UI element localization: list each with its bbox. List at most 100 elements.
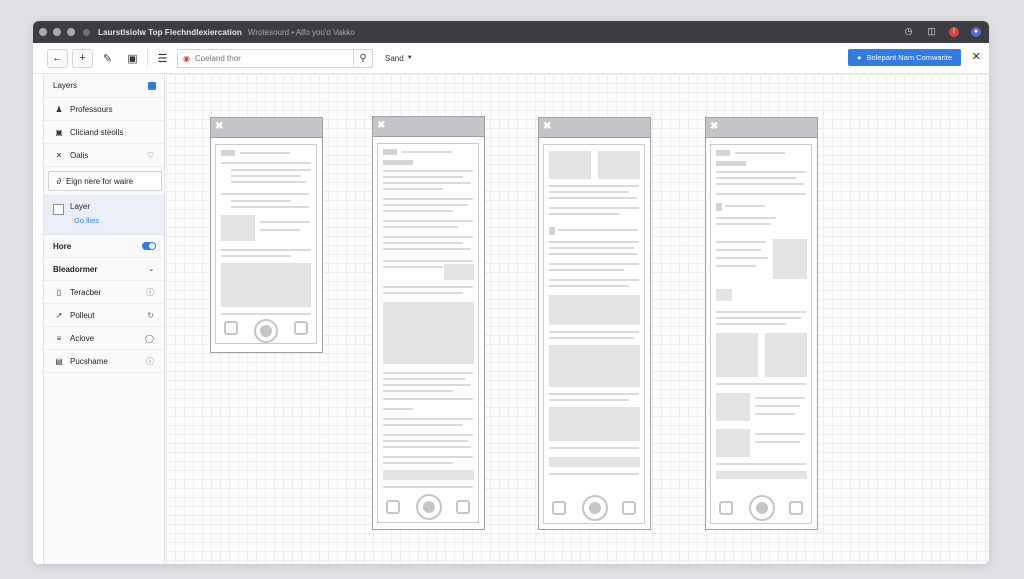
placeholder-line <box>549 337 634 339</box>
placeholder-line <box>383 236 473 238</box>
profile-avatar[interactable]: ● <box>971 26 981 37</box>
placeholder-line <box>221 249 311 251</box>
list-item-pucshame[interactable]: ▤ Pucshame ⓘ <box>44 350 164 373</box>
pen-button[interactable]: ✎ <box>97 49 118 68</box>
menu-button[interactable]: ☰ <box>152 49 173 68</box>
close-icon[interactable]: ✖ <box>377 120 385 131</box>
placeholder-line <box>549 331 639 333</box>
layers-checkbox[interactable] <box>148 81 156 90</box>
pen-icon: ✎ <box>102 52 113 65</box>
placeholder-line <box>383 418 473 420</box>
close-icon[interactable]: ✖ <box>215 121 223 132</box>
toolbar: ← + ✎ ▣ ☰ ◉ ⚲ Sand ▼ ● Bolepant Nam Comw… <box>33 43 989 74</box>
search-icon[interactable]: ⚲ <box>353 49 372 67</box>
heart-icon[interactable]: ♡ <box>147 151 154 160</box>
sidebar-item-cliciand[interactable]: ▣ Cliciand steolls <box>44 121 164 144</box>
info-icon[interactable]: ⓘ <box>146 287 154 298</box>
placeholder-line <box>383 210 453 212</box>
sign-input[interactable]: ∂ Eign nere for waire <box>48 171 162 191</box>
window-title: Laurstlsiolw Top Flechndlexiercation <box>98 27 242 37</box>
close-icon[interactable]: ✖ <box>710 121 718 132</box>
wireframe-frame-2[interactable]: ✖ <box>372 116 485 530</box>
send-dropdown[interactable]: Sand ▼ <box>385 54 413 63</box>
placeholder-line <box>383 188 443 190</box>
placeholder-line <box>549 197 637 199</box>
wireframe-screen <box>543 144 645 524</box>
placeholder-line <box>383 260 473 262</box>
placeholder-line <box>221 255 291 257</box>
placeholder-line <box>383 220 473 222</box>
layer-card-link[interactable]: Go llies <box>74 216 99 225</box>
add-button[interactable]: + <box>72 48 93 68</box>
wireframe-screen <box>215 144 317 344</box>
notification-icon[interactable]: ! <box>949 26 959 37</box>
list-item-label: Pucshame <box>70 356 108 366</box>
placeholder-line <box>383 204 468 206</box>
layer-card-title: Layer <box>70 202 91 211</box>
image-placeholder <box>598 151 640 179</box>
layer-checkbox[interactable] <box>53 204 64 215</box>
image-placeholder <box>444 264 474 280</box>
close-icon[interactable]: ✖ <box>543 121 551 132</box>
nav-icon-placeholder <box>386 500 400 514</box>
save-button[interactable]: ▣ <box>122 49 143 68</box>
placeholder-line <box>549 269 624 271</box>
wireframe-frame-4[interactable]: ✖ <box>705 117 818 530</box>
placeholder-line <box>716 193 806 195</box>
back-button[interactable]: ← <box>47 48 68 68</box>
window-controls <box>39 28 75 36</box>
section-label: Bleadormer <box>53 264 98 274</box>
chat-icon[interactable]: ◯ <box>145 334 154 343</box>
placeholder-line <box>383 424 463 426</box>
sidebar-item-label: Professours <box>70 104 113 114</box>
hore-label: Hore <box>53 241 72 251</box>
history-icon[interactable]: ◷ <box>903 26 914 37</box>
users-icon: ♟ <box>55 104 63 114</box>
sidebar-item-professours[interactable]: ♟ Professours <box>44 98 164 121</box>
hamburger-icon: ☰ <box>157 52 168 65</box>
placeholder-line <box>231 181 306 183</box>
image-placeholder <box>716 429 750 457</box>
device-icon: ▯ <box>56 287 62 297</box>
close-icon[interactable]: ✕ <box>972 50 981 63</box>
section-header[interactable]: Bleadormer ⌄ <box>44 258 164 281</box>
title-bar: Laurstlsiolw Top Flechndlexiercation Wro… <box>33 21 989 43</box>
placeholder-line <box>383 176 463 178</box>
placeholder-line <box>549 285 629 287</box>
image-placeholder <box>549 345 640 387</box>
cross-icon: ✕ <box>55 150 63 160</box>
layers-sidebar: Layers ♟ Professours ▣ Cliciand steolls … <box>43 74 165 564</box>
placeholder-line <box>221 313 311 315</box>
list-item-teracber[interactable]: ▯ Teracber ⓘ <box>44 281 164 304</box>
list-item-aclove[interactable]: ≡ Aclove ◯ <box>44 327 164 350</box>
wireframe-screen <box>710 144 812 524</box>
placeholder-block <box>716 150 730 156</box>
placeholder-line <box>549 207 639 209</box>
wireframe-frame-1[interactable]: ✖ <box>210 117 323 353</box>
maximize-window-button[interactable] <box>67 28 75 36</box>
placeholder-line <box>383 248 471 250</box>
design-canvas[interactable]: ✖ ✖ ✖ ✖ <box>166 74 989 564</box>
list-item-polleut[interactable]: ↗ Polleut ↻ <box>44 304 164 327</box>
sidebar-header: Layers <box>44 74 164 98</box>
primary-action-button[interactable]: ● Bolepant Nam Comwarite <box>848 49 961 66</box>
search-input[interactable] <box>195 53 345 63</box>
sidebar-title: Layers <box>53 81 78 90</box>
alert-icon[interactable]: ⓘ <box>146 356 154 367</box>
placeholder-line <box>755 405 800 407</box>
placeholder-line <box>383 398 473 400</box>
nav-icon-placeholder <box>456 500 470 514</box>
wireframe-frame-3[interactable]: ✖ <box>538 117 651 530</box>
sidebar-item-oalis[interactable]: ✕ Oalis ♡ <box>44 144 164 167</box>
link-icon[interactable]: ↻ <box>147 311 154 320</box>
placeholder-line <box>716 171 806 173</box>
layer-card[interactable]: Layer Go llies <box>44 195 164 235</box>
close-window-button[interactable] <box>39 28 47 36</box>
hore-toggle[interactable] <box>142 242 156 250</box>
minimize-window-button[interactable] <box>53 28 61 36</box>
frame-header: ✖ <box>706 118 817 138</box>
placeholder-line <box>549 241 639 243</box>
placeholder-line <box>383 266 443 268</box>
search-field[interactable]: ◉ ⚲ <box>177 48 373 68</box>
share-icon[interactable]: ◫ <box>926 26 937 37</box>
